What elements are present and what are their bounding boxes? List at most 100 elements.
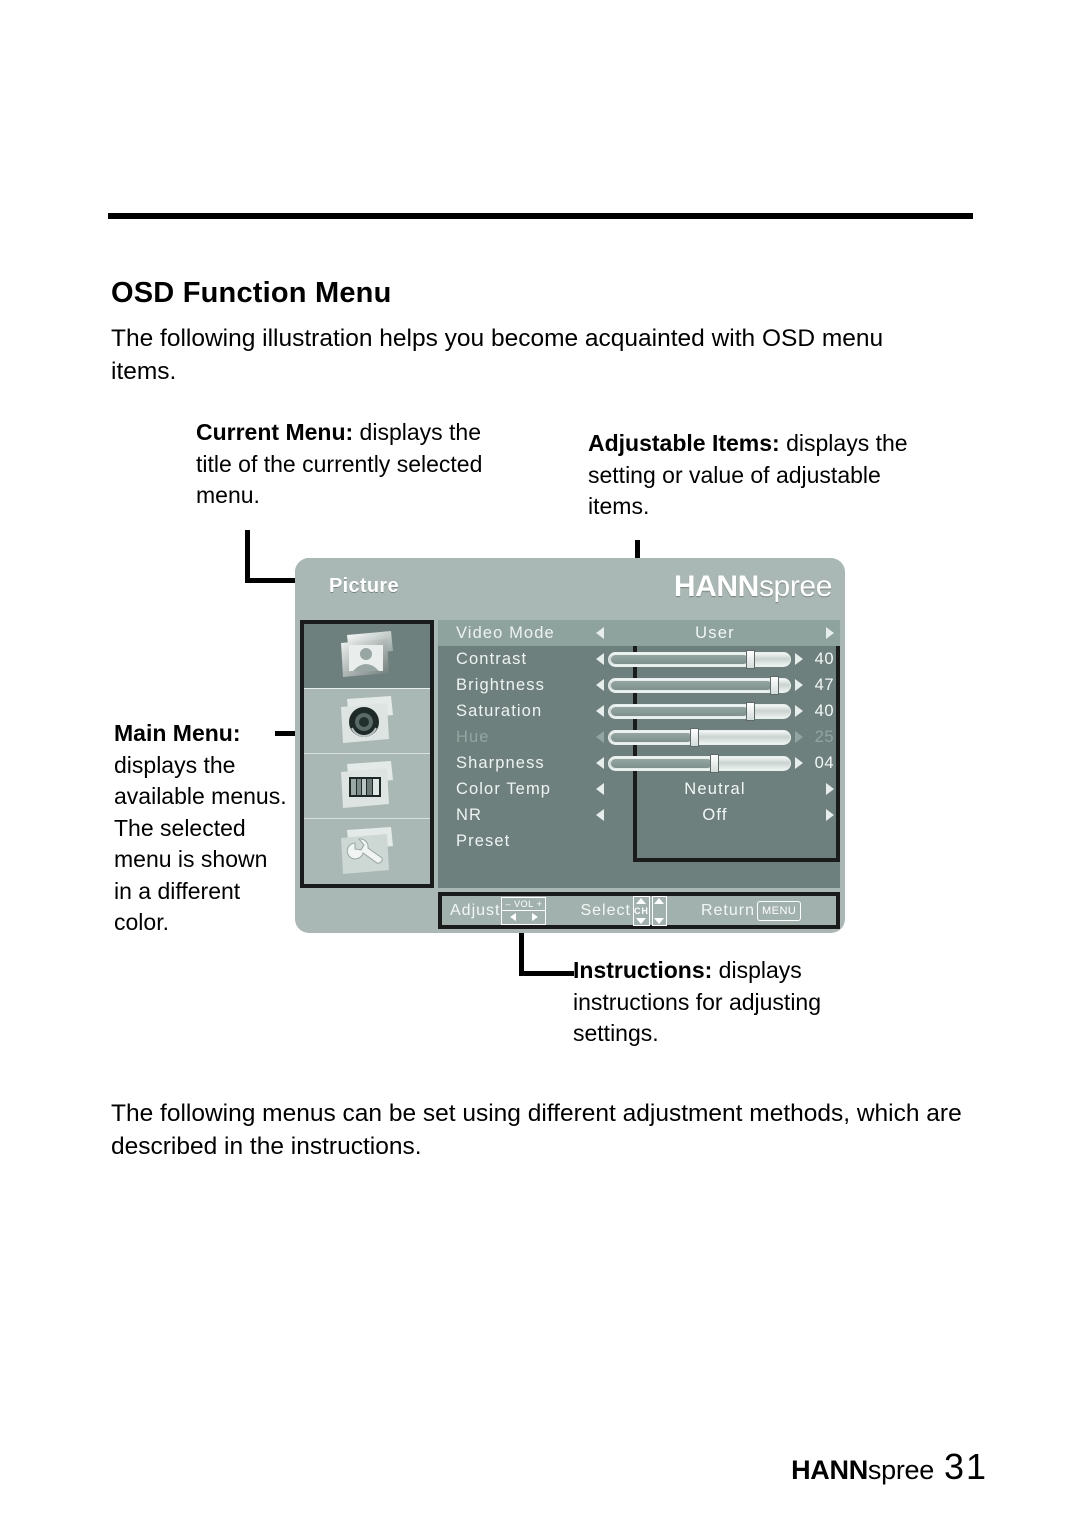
main-menu-item-screen[interactable] <box>304 754 430 819</box>
chevron-right-icon[interactable] <box>826 783 834 795</box>
osd-row-label: NR <box>456 805 483 824</box>
osd-option-value: Neutral <box>684 779 746 798</box>
osd-slider-number: 04 <box>814 753 834 772</box>
osd-row-label: Sharpness <box>456 753 545 772</box>
chevron-right-icon[interactable] <box>795 731 803 743</box>
osd-slider-number: 25 <box>814 727 834 746</box>
osd-row-value[interactable]: 04 <box>590 750 840 776</box>
main-menu-item-setup[interactable] <box>304 819 430 884</box>
osd-row[interactable]: Preset <box>438 828 840 854</box>
osd-slider-fill <box>611 680 772 690</box>
chevron-right-icon[interactable] <box>795 653 803 665</box>
hannspree-logo-bold: HANN <box>673 570 759 603</box>
osd-illustration: Picture HANNspree Video Mode User Contra… <box>295 558 845 933</box>
chevron-right-icon[interactable] <box>826 809 834 821</box>
osd-row-value[interactable]: 40 <box>590 698 840 724</box>
osd-slider-knob[interactable] <box>769 675 779 695</box>
osd-slider-knob[interactable] <box>690 727 700 747</box>
osd-slider[interactable] <box>608 753 791 773</box>
chevron-left-icon[interactable] <box>596 731 604 743</box>
footer-brand: HANNspree <box>791 1455 934 1486</box>
ch-key-icon[interactable]: CH <box>632 895 650 926</box>
nav-down-arrow-icon <box>654 917 665 924</box>
instruction-return: Return MENU <box>701 900 802 921</box>
osd-slider-number: 40 <box>814 649 834 668</box>
chevron-left-icon[interactable] <box>596 627 604 639</box>
osd-slider-knob[interactable] <box>746 701 756 721</box>
vol-key-label: VOL <box>514 898 534 909</box>
page-number: 31 <box>943 1446 988 1487</box>
chevron-left-icon[interactable] <box>596 783 604 795</box>
chevron-right-icon[interactable] <box>795 705 803 717</box>
chevron-right-icon[interactable] <box>826 627 834 639</box>
osd-slider-fill <box>611 706 749 716</box>
instruction-adjust: Adjust – VOL + <box>450 896 547 925</box>
osd-slider-number: 47 <box>814 675 834 694</box>
osd-slider-fill <box>611 732 693 742</box>
ch-up-arrow-icon <box>636 897 647 904</box>
chevron-right-icon[interactable] <box>795 679 803 691</box>
vol-minus-label: – <box>505 898 512 909</box>
hannspree-logo-light: spree <box>758 570 832 603</box>
osd-slider[interactable] <box>608 727 791 747</box>
main-menu-item-audio[interactable] <box>304 689 430 754</box>
chevron-left-icon[interactable] <box>596 653 604 665</box>
osd-header: Picture HANNspree <box>295 558 845 618</box>
osd-row-label: Saturation <box>456 701 543 720</box>
chevron-right-icon[interactable] <box>795 757 803 769</box>
nav-key-icon[interactable] <box>651 895 667 926</box>
vol-key-icon[interactable]: – VOL + <box>501 896 547 925</box>
closing-paragraph: The following menus can be set using dif… <box>111 1100 962 1160</box>
osd-slider-fill <box>611 654 749 664</box>
osd-slider[interactable] <box>608 701 791 721</box>
audio-dial-icon <box>341 696 393 743</box>
footer-brand-light: spree <box>867 1455 934 1485</box>
instruction-select: Select CH <box>580 895 667 926</box>
osd-row[interactable]: NR Off <box>438 802 840 828</box>
leader-line-instructions-vertical <box>519 933 524 976</box>
chevron-left-icon[interactable] <box>596 809 604 821</box>
callout-main-menu-text: displays the available menus. The select… <box>114 751 287 936</box>
osd-row-value[interactable] <box>590 828 840 854</box>
osd-slider[interactable] <box>608 649 791 669</box>
page-footer: HANNspree 31 <box>791 1446 988 1488</box>
osd-row[interactable]: Video Mode User <box>438 620 840 646</box>
wrench-setup-icon <box>341 826 393 874</box>
osd-row-value[interactable]: 40 <box>590 646 840 672</box>
osd-row-label: Hue <box>456 727 490 746</box>
osd-instructions-bar: Adjust – VOL + Select CH Return MENU <box>438 892 840 929</box>
callout-main-menu: Main Menu: displays the available menus.… <box>114 718 289 939</box>
osd-row[interactable]: Hue 25 <box>438 724 840 750</box>
osd-slider-knob[interactable] <box>746 649 756 669</box>
osd-row-value[interactable]: 25 <box>590 724 840 750</box>
chevron-left-icon[interactable] <box>596 757 604 769</box>
osd-row-value[interactable]: Neutral <box>590 776 840 802</box>
footer-brand-bold: HANN <box>791 1455 868 1485</box>
menu-key-icon[interactable]: MENU <box>756 900 802 921</box>
chevron-left-icon[interactable] <box>596 679 604 691</box>
ch-down-arrow-icon <box>636 917 647 924</box>
osd-slider-fill <box>611 758 712 768</box>
osd-row[interactable]: Contrast 40 <box>438 646 840 672</box>
osd-row[interactable]: Color Temp Neutral <box>438 776 840 802</box>
chevron-left-icon[interactable] <box>596 705 604 717</box>
callout-instructions-term: Instructions: <box>573 957 713 983</box>
nav-up-arrow-icon <box>654 897 665 904</box>
osd-row[interactable]: Saturation 40 <box>438 698 840 724</box>
osd-slider-knob[interactable] <box>709 753 719 773</box>
osd-row-value[interactable]: User <box>590 620 840 646</box>
osd-row-value[interactable]: Off <box>590 802 840 828</box>
hannspree-logo: HANNspree <box>673 570 833 604</box>
osd-row-label: Preset <box>456 831 511 850</box>
vol-plus-label: + <box>536 898 543 909</box>
page-title: OSD Function Menu <box>111 277 392 309</box>
osd-row[interactable]: Brightness 47 <box>438 672 840 698</box>
osd-row[interactable]: Sharpness 04 <box>438 750 840 776</box>
main-menu-item-picture[interactable] <box>304 624 430 689</box>
osd-row-value[interactable]: 47 <box>590 672 840 698</box>
ch-key-label: CH <box>633 905 649 916</box>
osd-main-menu-icon-column <box>300 620 434 888</box>
osd-row-label: Contrast <box>456 649 528 668</box>
leader-line-instructions-horizontal <box>519 971 574 976</box>
osd-slider[interactable] <box>608 675 791 695</box>
